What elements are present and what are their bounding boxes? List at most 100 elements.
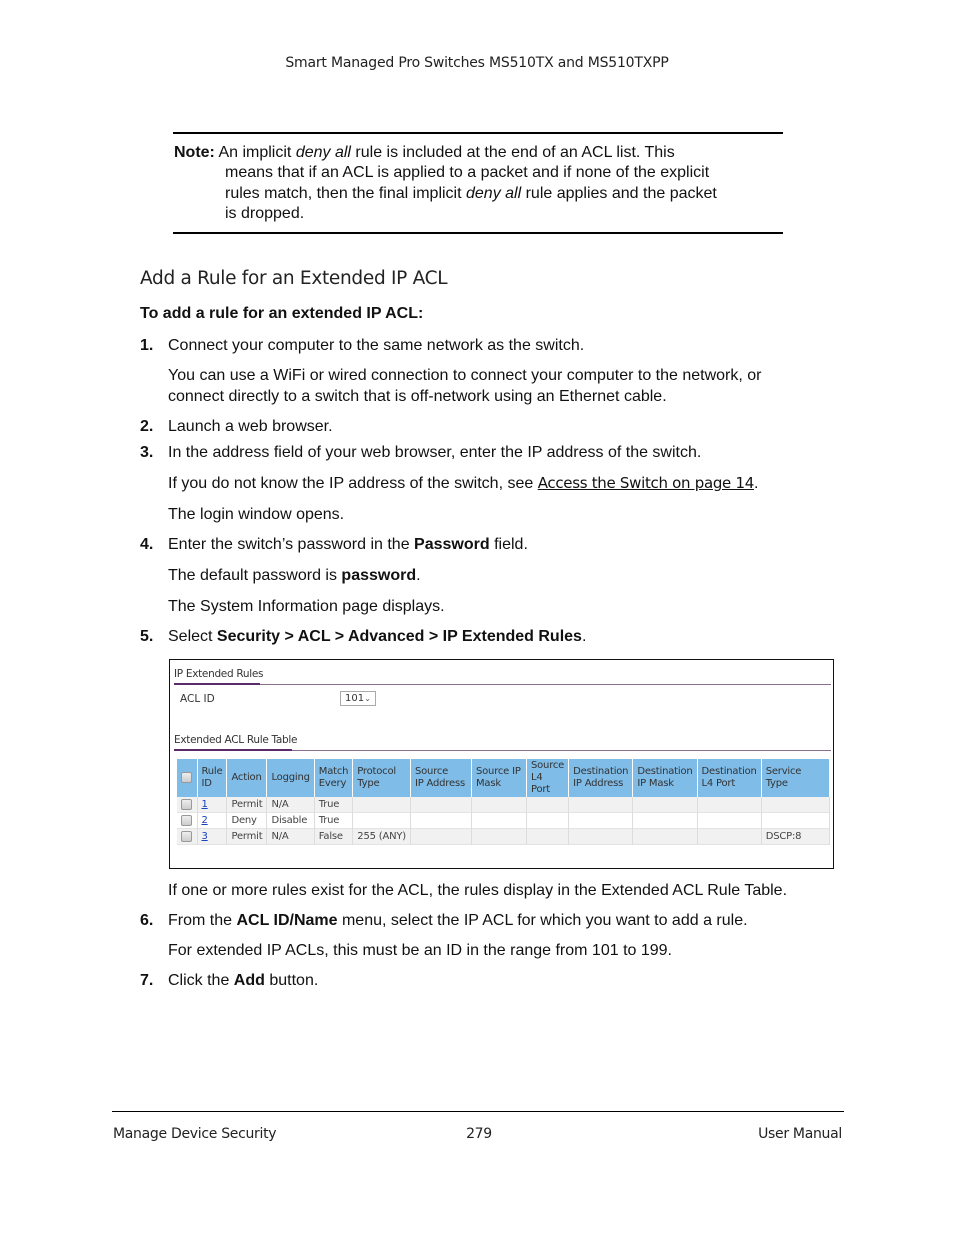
extended-acl-rule-table: Rule ID Action Logging Match Every Protoco… [177, 759, 830, 845]
cell [568, 812, 634, 829]
para-line: You can use a WiFi or wired connection t… [168, 367, 762, 384]
section-heading: Add a Rule for an Extended IP ACL [140, 268, 448, 289]
cell [568, 828, 634, 845]
step-text-part: button. [264, 972, 319, 989]
step-text: Select Security > ACL > Advanced > IP Ex… [168, 628, 586, 646]
step-text-part: Click the [168, 972, 234, 989]
row-checkbox[interactable] [181, 814, 192, 826]
row-checkbox[interactable] [181, 830, 192, 842]
footer-divider [112, 1111, 844, 1112]
column-header: Source IP Mask [471, 759, 527, 797]
procedure-lead: To add a rule for an extended IP ACL: [140, 305, 424, 322]
step-text: Click the Add button. [168, 972, 318, 990]
step-text-bold: Password [414, 536, 490, 553]
step-text-part: Select [168, 628, 217, 645]
cell [352, 812, 411, 829]
note-text-part: rule is included at the end of an ACL li… [350, 144, 675, 161]
select-all-checkbox[interactable] [181, 771, 192, 783]
step-number: 1. [140, 337, 154, 354]
step-text-bold: Security > ACL > Advanced > IP Extended … [216, 628, 582, 645]
column-header: Destination IP Address [568, 759, 634, 797]
table-row: 1 Permit N/A True [177, 797, 830, 813]
step-3-detail: If you do not know the IP address of the… [168, 473, 828, 494]
note-text-part: An implicit [214, 144, 296, 161]
cell: N/A [266, 828, 315, 845]
rule-id-link[interactable]: 3 [202, 831, 208, 842]
chevron-down-icon: ⌄ [364, 694, 371, 703]
cell [410, 797, 472, 813]
cell: DSCP:8 [761, 828, 830, 845]
acl-id-select[interactable]: 101 ⌄ [340, 691, 376, 706]
cell [352, 797, 411, 813]
step-text: Enter the switch’s password in the Passw… [168, 536, 528, 554]
step-text-part: menu, select the IP ACL for which you wa… [337, 912, 748, 929]
para-text: If you do not know the IP address of the… [168, 475, 538, 492]
cell [697, 812, 762, 829]
para-text: . [416, 567, 421, 584]
access-switch-link[interactable]: Access the Switch on page 14 [538, 474, 755, 492]
title-divider [174, 684, 831, 685]
cell [632, 812, 698, 829]
acl-id-value: 101 [345, 693, 365, 704]
para-line: connect directly to a switch that is off… [168, 388, 667, 405]
step-text: Launch a web browser. [168, 418, 333, 435]
note-text: Note: An implicit deny all rule is inclu… [174, 143, 774, 224]
cell: True [314, 797, 354, 813]
cell: False [314, 828, 354, 845]
cell [632, 828, 698, 845]
cell [761, 797, 830, 813]
step-text-bold: Add [233, 972, 265, 989]
cell [761, 812, 830, 829]
login-window-note: The login window opens. [168, 506, 345, 523]
rule-table-title: Extended ACL Rule Table [174, 734, 298, 746]
title-accent [174, 683, 260, 685]
ip-extended-rules-screenshot: IP Extended Rules ACL ID 101 ⌄ Extended … [169, 659, 834, 869]
cell [526, 797, 570, 813]
note-text-line: means that if an ACL is applied to a pac… [225, 164, 710, 182]
row-select-cell[interactable] [177, 812, 198, 829]
column-header: Service Type [761, 759, 830, 797]
cell: Permit [226, 828, 268, 845]
ip-extended-rules-title: IP Extended Rules [174, 668, 264, 680]
step-text-part: From the [168, 912, 237, 929]
cell [632, 797, 698, 813]
table-header-row: Rule ID Action Logging Match Every Protoco… [177, 759, 830, 797]
column-header: Rule ID [197, 759, 228, 797]
acl-id-label: ACL ID [180, 693, 215, 705]
cell [526, 812, 570, 829]
step-number: 7. [140, 972, 154, 989]
note-label: Note: [174, 144, 215, 161]
table-title-accent [174, 749, 292, 751]
para-text: The default password is [168, 567, 342, 584]
cell [410, 812, 472, 829]
step-number: 6. [140, 912, 154, 929]
rules-display-note: If one or more rules exist for the ACL, … [168, 882, 788, 899]
step-number: 5. [140, 628, 154, 645]
rule-id-link[interactable]: 2 [202, 815, 208, 826]
select-all-cell[interactable] [177, 759, 198, 797]
cell: N/A [266, 797, 315, 813]
note-emphasis: deny all [466, 184, 522, 202]
column-header: Protocol Type [352, 759, 411, 797]
note-text-part: rule applies and the packet [521, 184, 717, 202]
acl-range-note: For extended IP ACLs, this must be an ID… [168, 942, 672, 959]
step-text-part: field. [489, 536, 528, 553]
step-text: From the ACL ID/Name menu, select the IP… [168, 912, 748, 930]
step-text-part: Enter the switch’s password in the [168, 536, 415, 553]
row-checkbox[interactable] [181, 798, 192, 810]
rule-id-link[interactable]: 1 [202, 799, 208, 810]
cell: Disable [266, 812, 315, 829]
row-select-cell[interactable] [177, 797, 198, 813]
cell [697, 797, 762, 813]
step-number: 4. [140, 536, 154, 553]
cell: Deny [226, 812, 268, 829]
column-header: Source L4 Port [526, 759, 570, 797]
column-header: Action [226, 759, 268, 797]
footer-doc-type: User Manual [758, 1126, 842, 1142]
cell [471, 812, 527, 829]
table-row: 3 Permit N/A False 255 (ANY) DSCP:8 [177, 828, 830, 845]
step-text-part: . [581, 628, 587, 645]
table-row: 2 Deny Disable True [177, 812, 830, 829]
row-select-cell[interactable] [177, 828, 198, 845]
page-header: Smart Managed Pro Switches MS510TX and M… [285, 55, 669, 71]
